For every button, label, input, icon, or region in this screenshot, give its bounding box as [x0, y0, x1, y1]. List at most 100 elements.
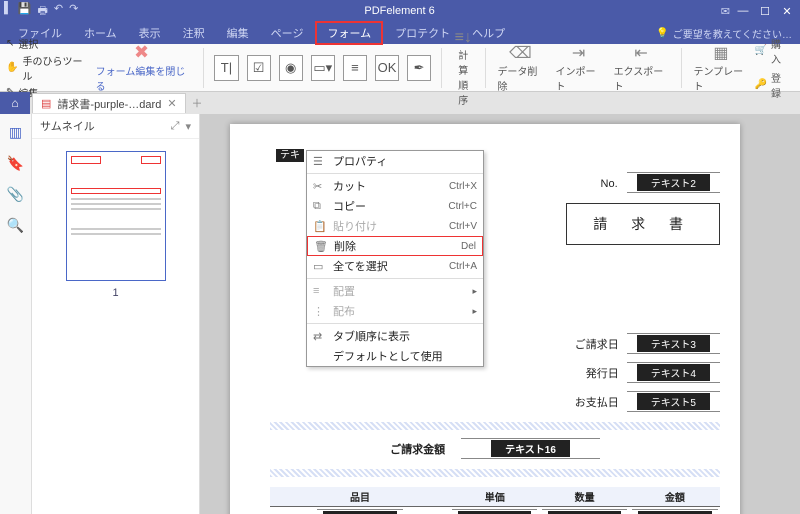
- login-button[interactable]: 🔑登録: [754, 70, 788, 100]
- workspace: ▥ 🔖 📎 🔍 サムネイル ⤢ ▾ 1: [0, 114, 800, 514]
- bulb-icon: 💡: [656, 28, 668, 39]
- ctx-align: ≡配置▸: [307, 281, 483, 301]
- no-label: No.: [601, 178, 618, 190]
- menu-view[interactable]: 表示: [129, 23, 171, 43]
- menu-protect[interactable]: プロテクト: [385, 23, 460, 43]
- checkbox-tool[interactable]: ☑: [247, 55, 271, 81]
- template-button[interactable]: ▦テンプレート: [693, 43, 748, 93]
- menu-form[interactable]: フォーム: [315, 21, 383, 45]
- thumb-page-number: 1: [112, 287, 118, 299]
- save-icon[interactable]: 💾: [18, 2, 32, 21]
- ctx-select-all[interactable]: ▭全てを選択Ctrl+A: [307, 256, 483, 276]
- combobox-tool[interactable]: ▭▾: [311, 55, 335, 81]
- signature-tool[interactable]: ✒: [407, 55, 431, 81]
- copy-icon: ⧉: [313, 200, 329, 213]
- key-icon: 🔑: [754, 79, 766, 90]
- taborder-icon: ⇄: [313, 330, 329, 343]
- doc-tab-label: 請求書-purple-…dard: [57, 96, 161, 112]
- ctx-copy[interactable]: ⧉コピーCtrl+C: [307, 196, 483, 216]
- thumb-menu-icon[interactable]: ▾: [185, 120, 191, 133]
- calc-order-button[interactable]: ≡↓計算 順序: [454, 29, 472, 107]
- cart-icon: 🛒: [754, 45, 766, 56]
- text-field-tool[interactable]: T|: [214, 55, 238, 81]
- title-bar: ▌ 💾 🖶 ↶ ↷ PDFelement 6 ✉ — ☐ ✕: [0, 0, 800, 22]
- context-menu: ☰プロパティ ✂カットCtrl+X ⧉コピーCtrl+C 📋貼り付けCtrl+V…: [306, 150, 484, 367]
- ctx-tab-order[interactable]: ⇄タブ順序に表示: [307, 326, 483, 346]
- ctx-default[interactable]: デフォルトとして使用: [307, 346, 483, 366]
- close-form-edit-button[interactable]: ✖ フォーム編集を閉じる: [96, 42, 188, 93]
- app-icon: ▌: [4, 2, 12, 21]
- ribbon: ↖選択 ✋手のひらツール ✎編集 ✖ フォーム編集を閉じる T| ☑ ◉ ▭▾ …: [0, 44, 800, 92]
- side-rail: ▥ 🔖 📎 🔍: [0, 114, 32, 514]
- thumbnails-icon[interactable]: ▥: [9, 124, 22, 141]
- app-title: PDFelement 6: [78, 5, 720, 17]
- ctx-paste: 📋貼り付けCtrl+V: [307, 216, 483, 236]
- document-tab[interactable]: ▤ 請求書-purple-…dard ✕: [32, 93, 186, 113]
- mail-icon[interactable]: ✉: [721, 5, 730, 18]
- add-tab-button[interactable]: ＋: [192, 95, 203, 111]
- menu-annotate[interactable]: 注釈: [173, 23, 215, 43]
- ctx-cut[interactable]: ✂カットCtrl+X: [307, 176, 483, 196]
- amount-label: ご請求金額: [390, 441, 445, 457]
- paste-icon: 📋: [313, 220, 329, 233]
- thumbnail-panel: サムネイル ⤢ ▾ 1: [32, 114, 200, 514]
- ctx-property[interactable]: ☰プロパティ: [307, 151, 483, 171]
- close-button[interactable]: ✕: [778, 5, 796, 18]
- cursor-icon: ↖: [6, 38, 14, 49]
- import-button[interactable]: ⇥インポート: [556, 43, 602, 93]
- ribbon-separator: [441, 48, 442, 88]
- tab-close-icon[interactable]: ✕: [167, 97, 176, 110]
- row-label: お支払日: [559, 394, 619, 410]
- hand-icon: ✋: [6, 62, 18, 73]
- minimize-button[interactable]: —: [734, 5, 752, 17]
- data-delete-button[interactable]: ⌫データ削除: [497, 43, 543, 93]
- align-icon: ≡: [313, 285, 329, 297]
- pdf-page: テキ ☰プロパティ ✂カットCtrl+X ⧉コピーCtrl+C 📋貼り付けCtr…: [230, 124, 740, 514]
- export-button[interactable]: ⇤エクスポート: [614, 43, 669, 93]
- print-icon[interactable]: 🖶: [38, 2, 48, 21]
- cut-icon: ✂: [313, 180, 329, 193]
- field-date3[interactable]: テキスト5: [637, 393, 710, 410]
- search-icon[interactable]: 🔍: [7, 217, 24, 234]
- field-date1[interactable]: テキスト3: [637, 335, 710, 352]
- selectall-icon: ▭: [313, 260, 329, 273]
- eraser-icon: ⌫: [509, 43, 532, 63]
- th-qty: 数量: [540, 487, 630, 507]
- page-area[interactable]: テキ ☰プロパティ ✂カットCtrl+X ⧉コピーCtrl+C 📋貼り付けCtr…: [200, 114, 800, 514]
- ctx-delete[interactable]: 🗑削除Del: [307, 236, 483, 256]
- tool-hand[interactable]: ✋手のひらツール: [6, 53, 86, 83]
- menu-edit[interactable]: 編集: [217, 23, 259, 43]
- th-price: 単価: [450, 487, 540, 507]
- tab-strip: ⌂ ▤ 請求書-purple-…dard ✕ ＋: [0, 92, 800, 114]
- undo-icon[interactable]: ↶: [54, 2, 63, 21]
- ribbon-separator: [681, 48, 682, 88]
- thumb-expand-icon[interactable]: ⤢: [171, 120, 180, 133]
- maximize-button[interactable]: ☐: [756, 5, 774, 18]
- pdf-icon: ▤: [41, 97, 51, 110]
- field-amount[interactable]: テキスト16: [491, 440, 570, 457]
- field-no[interactable]: テキスト2: [637, 174, 710, 191]
- th-item: 品目: [270, 487, 450, 507]
- attachment-icon[interactable]: 📎: [7, 186, 24, 203]
- menu-bar: ファイル ホーム 表示 注釈 編集 ページ フォーム プロテクト ヘルプ 💡 ご…: [0, 22, 800, 44]
- row-label: ご請求日: [559, 336, 619, 352]
- home-tab[interactable]: ⌂: [0, 92, 30, 114]
- menu-page[interactable]: ページ: [261, 23, 314, 43]
- ribbon-separator: [485, 48, 486, 88]
- table-row: テキスト6 テキスト7 テキスト8 テキスト9: [270, 507, 720, 514]
- radio-tool[interactable]: ◉: [279, 55, 303, 81]
- thumbnail-title: サムネイル: [40, 118, 95, 134]
- field-date2[interactable]: テキスト4: [637, 364, 710, 381]
- template-icon: ▦: [713, 43, 728, 63]
- bookmark-icon[interactable]: 🔖: [7, 155, 24, 172]
- buy-button[interactable]: 🛒購入: [754, 36, 788, 66]
- distribute-icon: ⋮: [313, 305, 329, 318]
- button-tool[interactable]: OK: [375, 55, 399, 81]
- th-total: 金額: [630, 487, 720, 507]
- export-icon: ⇤: [634, 43, 647, 63]
- tool-select[interactable]: ↖選択: [6, 36, 86, 51]
- page-thumbnail[interactable]: [66, 151, 166, 281]
- import-icon: ⇥: [572, 43, 585, 63]
- redo-icon[interactable]: ↷: [69, 2, 78, 21]
- listbox-tool[interactable]: ≡: [343, 55, 367, 81]
